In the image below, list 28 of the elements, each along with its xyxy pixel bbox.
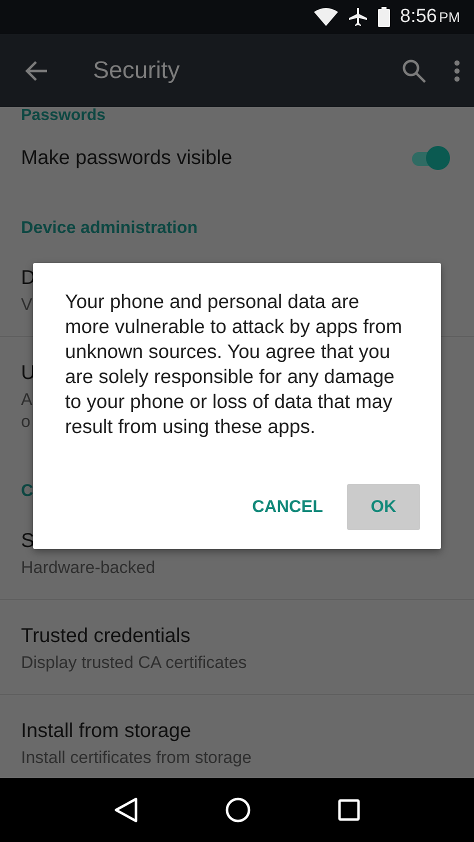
setting-summary: A: [21, 389, 32, 411]
back-icon[interactable]: [114, 797, 138, 823]
search-icon[interactable]: [402, 58, 426, 82]
more-options-icon[interactable]: [454, 60, 460, 82]
setting-summary: Hardware-backed: [21, 557, 156, 579]
home-icon[interactable]: [224, 797, 251, 823]
setting-summary: Display trusted CA certificates: [21, 652, 247, 674]
setting-title: Make passwords visible: [21, 146, 234, 170]
clock: 8:56 PM: [400, 6, 460, 28]
setting-title: Install from storage: [21, 719, 192, 743]
back-arrow-icon[interactable]: [24, 60, 48, 82]
wifi-icon: [314, 8, 338, 26]
dialog-button[interactable]: CANCEL: [236, 484, 339, 530]
setting-summary: V: [21, 294, 32, 316]
setting-title: Trusted credentials: [21, 624, 190, 648]
screen-title: Security: [93, 56, 181, 84]
setting-summary: o: [21, 411, 30, 433]
dialog-message: Your phone and personal data are more vulnerable to attack by apps from unknown sources. You agree that you are solely responsible for any damage to your phone or loss of data that may result from using these apps.: [65, 290, 404, 440]
airplane-icon: [348, 7, 368, 27]
section-header: Device administration: [20, 217, 199, 239]
recents-icon[interactable]: [338, 799, 360, 821]
toggle-switch[interactable]: [410, 144, 450, 170]
battery-icon: [378, 7, 390, 27]
setting-summary: Install certificates from storage: [21, 747, 252, 769]
section-header: Passwords: [20, 107, 106, 125]
dialog-button[interactable]: OK: [347, 484, 420, 530]
setting-title: S: [21, 529, 34, 553]
section-header: C: [20, 480, 34, 502]
